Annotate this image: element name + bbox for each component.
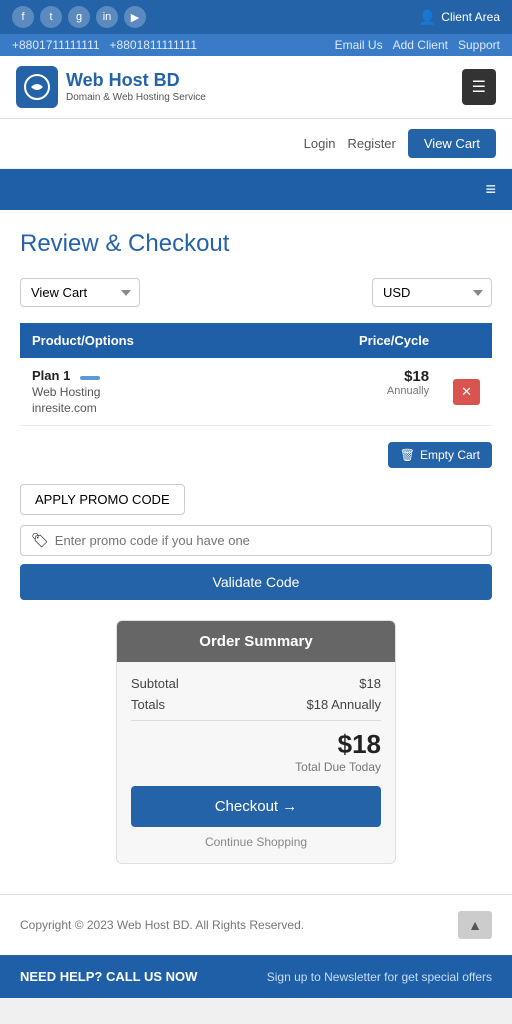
col-action xyxy=(441,323,492,358)
brand-name: Web Host BD xyxy=(66,70,206,92)
subtotal-value: $18 xyxy=(359,676,381,691)
facebook-icon[interactable]: f xyxy=(12,6,34,28)
promo-code-input[interactable] xyxy=(55,533,481,548)
logo-icon xyxy=(16,66,58,108)
order-summary: Order Summary Subtotal $18 Totals $18 An… xyxy=(116,620,396,864)
order-summary-header: Order Summary xyxy=(117,621,395,662)
table-row: Plan 1 Web Hosting inresite.com $18 Annu… xyxy=(20,358,492,426)
phone1[interactable]: +8801711111111 xyxy=(12,38,100,52)
plan-name: Plan 1 xyxy=(32,368,70,383)
need-help-text: NEED HELP? CALL US NOW xyxy=(20,969,197,984)
nav-menu-bar: ≡ xyxy=(0,169,512,210)
login-link[interactable]: Login xyxy=(304,136,336,151)
person-icon: 👤 xyxy=(419,9,436,26)
price-amount: $18 xyxy=(404,368,429,385)
plan-sub2: inresite.com xyxy=(32,401,249,415)
hamburger-button[interactable]: ☰ xyxy=(462,69,496,105)
validate-code-button[interactable]: Validate Code xyxy=(20,564,492,600)
youtube-icon[interactable]: ▶ xyxy=(124,6,146,28)
brand-tagline: Domain & Web Hosting Service xyxy=(66,92,206,104)
email-link[interactable]: Email Us xyxy=(335,38,383,52)
google-plus-icon[interactable]: g xyxy=(68,6,90,28)
checkout-button[interactable]: Checkout → xyxy=(131,786,381,827)
secondary-nav-links: Email Us Add Client Support xyxy=(335,38,500,52)
summary-divider xyxy=(131,720,381,721)
trash-icon: 🗑 xyxy=(400,448,415,462)
plan-tag xyxy=(80,376,100,380)
delete-cell: ✕ xyxy=(441,358,492,426)
logo-text: Web Host BD Domain & Web Hosting Service xyxy=(66,70,206,104)
social-icons: f t g in ▶ xyxy=(12,6,146,28)
col-price: Price/Cycle xyxy=(261,323,441,358)
secondary-bar: +8801711111111 +8801811111111 Email Us A… xyxy=(0,34,512,56)
promo-section: APPLY PROMO CODE 🏷 Validate Code xyxy=(20,484,492,600)
price-cycle: Annually xyxy=(273,385,429,397)
order-summary-body: Subtotal $18 Totals $18 Annually $18 Tot… xyxy=(117,662,395,863)
subtotal-row: Subtotal $18 xyxy=(131,676,381,691)
auth-bar: Login Register View Cart xyxy=(0,119,512,169)
empty-cart-row: 🗑 Empty Cart xyxy=(20,442,492,468)
nav-hamburger-icon[interactable]: ≡ xyxy=(485,179,496,200)
cart-table: Product/Options Price/Cycle Plan 1 Web H… xyxy=(20,323,492,426)
support-link[interactable]: Support xyxy=(458,38,500,52)
bottom-help-bar: NEED HELP? CALL US NOW Sign up to Newsle… xyxy=(0,955,512,998)
view-cart-select[interactable]: View Cart xyxy=(20,278,140,307)
plan-sub1: Web Hosting xyxy=(32,385,249,399)
total-amount: $18 xyxy=(131,729,381,760)
totals-value: $18 Annually xyxy=(307,697,381,712)
add-client-link[interactable]: Add Client xyxy=(393,38,448,52)
price-cell: $18 Annually xyxy=(261,358,441,426)
col-product: Product/Options xyxy=(20,323,261,358)
client-area-label: Client Area xyxy=(441,10,500,24)
promo-input-wrap: 🏷 xyxy=(20,525,492,556)
tag-icon: 🏷 xyxy=(31,532,49,549)
dropdowns-row: View Cart USD xyxy=(20,278,492,307)
site-footer: Copyright © 2023 Web Host BD. All Rights… xyxy=(0,894,512,955)
delete-item-button[interactable]: ✕ xyxy=(453,379,480,405)
continue-shopping-link[interactable]: Continue Shopping xyxy=(131,835,381,849)
site-header: Web Host BD Domain & Web Hosting Service… xyxy=(0,56,512,119)
phone2[interactable]: +8801811111111 xyxy=(110,38,198,52)
logo-container: Web Host BD Domain & Web Hosting Service xyxy=(16,66,206,108)
phone-links: +8801711111111 +8801811111111 xyxy=(12,38,197,52)
product-cell: Plan 1 Web Hosting inresite.com xyxy=(20,358,261,426)
total-due-label: Total Due Today xyxy=(131,760,381,774)
copyright-text: Copyright © 2023 Web Host BD. All Rights… xyxy=(20,918,304,932)
view-cart-header-button[interactable]: View Cart xyxy=(408,129,496,158)
register-link[interactable]: Register xyxy=(347,136,395,151)
linkedin-icon[interactable]: in xyxy=(96,6,118,28)
scroll-top-button[interactable]: ▲ xyxy=(458,911,492,939)
main-content: Review & Checkout View Cart USD Product/… xyxy=(0,210,512,894)
totals-label: Totals xyxy=(131,697,165,712)
apply-promo-button[interactable]: APPLY PROMO CODE xyxy=(20,484,185,515)
client-area-link[interactable]: 👤 Client Area xyxy=(419,9,500,26)
page-title: Review & Checkout xyxy=(20,230,492,258)
empty-cart-button[interactable]: 🗑 Empty Cart xyxy=(388,442,492,468)
top-bar: f t g in ▶ 👤 Client Area xyxy=(0,0,512,34)
currency-select[interactable]: USD xyxy=(372,278,492,307)
subtotal-label: Subtotal xyxy=(131,676,179,691)
totals-row: Totals $18 Annually xyxy=(131,697,381,712)
newsletter-text: Sign up to Newsletter for get special of… xyxy=(267,970,492,984)
twitter-icon[interactable]: t xyxy=(40,6,62,28)
